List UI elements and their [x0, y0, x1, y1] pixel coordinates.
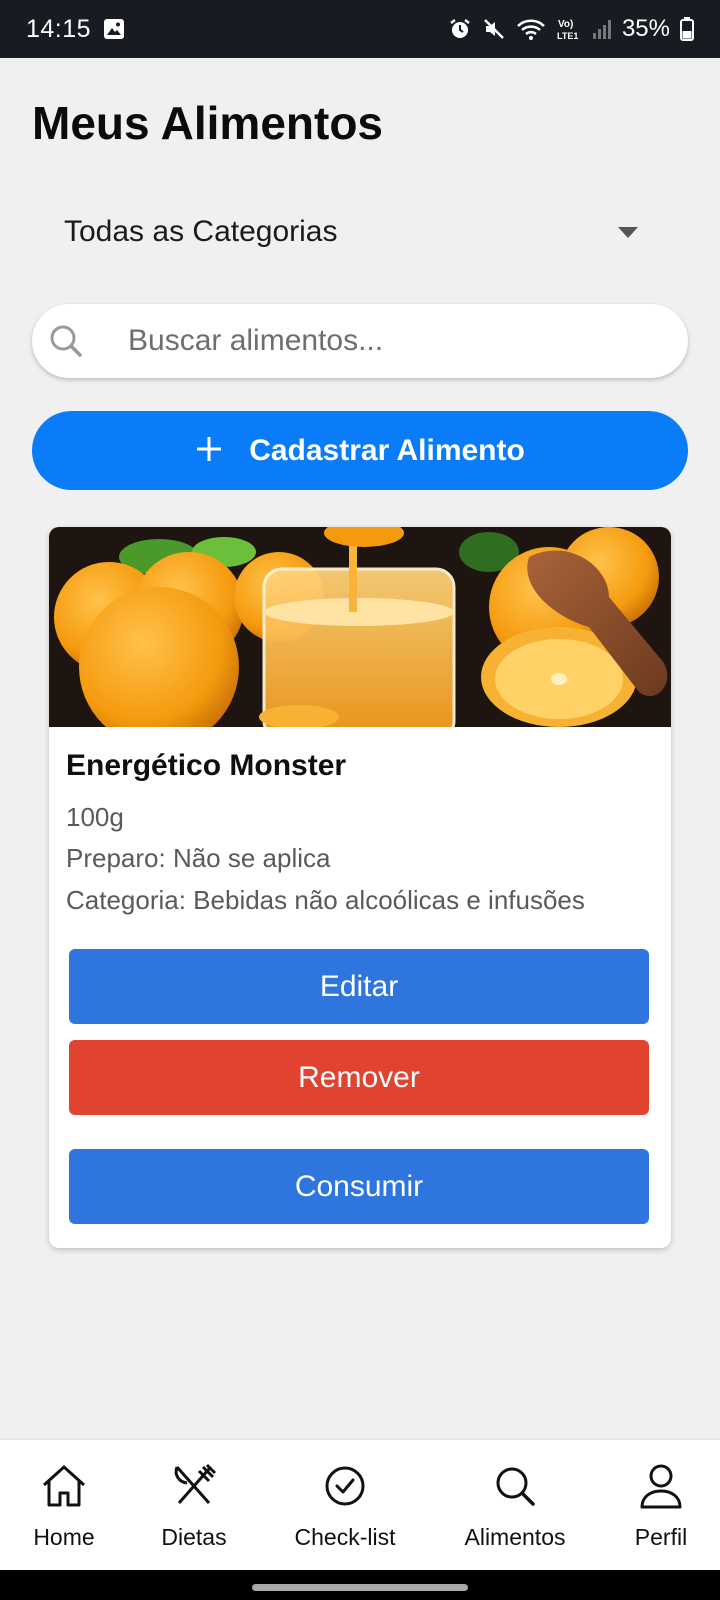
- food-category: Categoria: Bebidas não alcoólicas e infu…: [66, 885, 585, 915]
- add-food-button[interactable]: Cadastrar Alimento: [32, 411, 688, 490]
- volte-icon: Vo) LTE1: [556, 16, 582, 42]
- food-card: Energético Monster 100g Preparo: Não se …: [49, 527, 671, 1248]
- nav-label-checklist: Check-list: [294, 1524, 396, 1550]
- search-input[interactable]: [126, 323, 650, 359]
- status-right: Vo) LTE1 35%: [448, 15, 694, 43]
- category-dropdown[interactable]: Todas as Categorias: [36, 200, 676, 264]
- status-left: 14:15: [26, 15, 125, 44]
- gallery-notification-icon: [103, 18, 125, 40]
- wifi-icon: [516, 17, 546, 41]
- plus-icon: [195, 435, 223, 466]
- bottom-nav: Home Dietas Check-list Alimentos Perfil: [0, 1440, 720, 1570]
- add-food-label: Cadastrar Alimento: [249, 433, 525, 467]
- mute-icon: [482, 17, 506, 41]
- battery-percent: 35%: [621, 15, 670, 42]
- nav-item-alimentos[interactable]: Alimentos: [445, 1440, 585, 1570]
- status-time: 14:15: [26, 14, 92, 43]
- nav-item-perfil[interactable]: Perfil: [591, 1440, 720, 1570]
- page-title: Meus Alimentos: [32, 97, 384, 149]
- nav-label-perfil: Perfil: [634, 1524, 688, 1550]
- search-icon: [46, 321, 86, 361]
- nav-item-home[interactable]: Home: [0, 1440, 134, 1570]
- consume-button[interactable]: Consumir: [69, 1149, 649, 1224]
- nav-label-home: Home: [33, 1524, 95, 1550]
- check-circle-icon: [324, 1462, 366, 1510]
- edit-button[interactable]: Editar: [69, 949, 649, 1024]
- user-icon: [639, 1462, 683, 1510]
- home-indicator[interactable]: [252, 1584, 468, 1591]
- svg-text:Vo): Vo): [558, 19, 573, 30]
- food-prep: Preparo: Não se aplica: [66, 843, 331, 873]
- nav-label-dietas: Dietas: [161, 1524, 227, 1550]
- status-bar: 14:15 Vo) LTE1 35%: [0, 0, 720, 58]
- search-box[interactable]: [32, 304, 688, 378]
- chevron-down-icon: [618, 226, 638, 238]
- food-name: Energético Monster: [66, 749, 347, 782]
- svg-text:LTE1: LTE1: [557, 31, 578, 41]
- battery-icon: [680, 17, 694, 41]
- remove-button[interactable]: Remover: [69, 1040, 649, 1115]
- food-portion: 100g: [66, 802, 124, 832]
- signal-icon: [592, 18, 612, 40]
- nav-label-alimentos: Alimentos: [464, 1524, 566, 1550]
- utensils-icon: [171, 1462, 217, 1510]
- nav-item-dietas[interactable]: Dietas: [124, 1440, 264, 1570]
- food-image: [49, 527, 671, 727]
- search-icon: [493, 1462, 537, 1510]
- category-selected-value: Todas as Categorias: [64, 215, 338, 248]
- alarm-icon: [448, 17, 472, 41]
- home-icon: [40, 1462, 88, 1510]
- nav-item-checklist[interactable]: Check-list: [275, 1440, 415, 1570]
